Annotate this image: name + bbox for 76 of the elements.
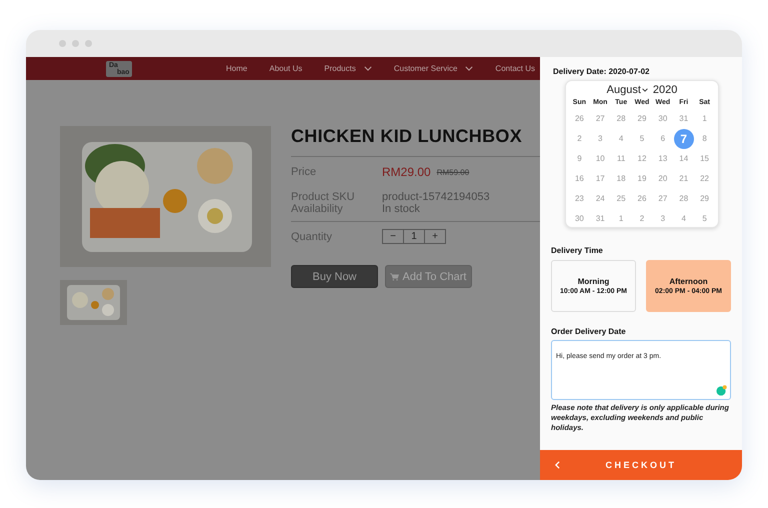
calendar-day[interactable]: 27 — [590, 109, 610, 129]
cart-icon — [390, 272, 400, 280]
calendar-day[interactable]: 28 — [674, 189, 694, 209]
grammar-assistant-icon[interactable] — [716, 385, 727, 396]
calendar-day[interactable]: 11 — [611, 149, 632, 169]
nav-link[interactable]: Contact Us — [495, 64, 535, 73]
calendar-day[interactable]: 2 — [569, 129, 590, 149]
price-label: Price — [291, 166, 318, 178]
buy-now-button[interactable]: Buy Now — [291, 265, 378, 288]
calendar-day[interactable]: 15 — [694, 149, 715, 169]
calendar-day[interactable]: 18 — [611, 169, 632, 189]
calendar-day[interactable]: 19 — [632, 169, 652, 189]
calendar-day[interactable]: 27 — [652, 189, 673, 209]
calendar-day[interactable]: 8 — [694, 129, 715, 149]
increase-button[interactable]: + — [425, 230, 445, 243]
calendar-day[interactable]: 28 — [611, 109, 632, 129]
chevron-down-icon — [465, 66, 474, 71]
month-dropdown[interactable]: August — [606, 84, 648, 96]
delivery-time-label: Delivery Time — [550, 246, 604, 255]
calendar-day[interactable]: 24 — [590, 189, 610, 209]
calendar-day[interactable]: 13 — [652, 149, 673, 169]
calendar-day[interactable]: 23 — [569, 189, 590, 209]
nav-link[interactable]: Customer Service — [394, 64, 474, 73]
decrease-button[interactable]: − — [383, 230, 403, 243]
calendar-day[interactable]: 5 — [694, 209, 715, 229]
calendar-day[interactable]: 6 — [652, 129, 673, 149]
calendar-day[interactable]: 31 — [674, 109, 694, 129]
old-price: RM59.00 — [436, 168, 470, 176]
calendar-day[interactable]: 16 — [569, 169, 590, 189]
calendar-day[interactable]: 2 — [632, 209, 652, 229]
calendar-day[interactable]: 12 — [632, 149, 652, 169]
delivery-date: Delivery Date: 2020-07-02 — [552, 66, 651, 76]
calendar-day[interactable]: 5 — [632, 129, 652, 149]
calendar-day[interactable]: 30 — [569, 209, 590, 229]
checkout-button[interactable]: CHECKOUT — [540, 450, 742, 480]
calendar-day[interactable]: 7 — [674, 129, 694, 149]
nav-link[interactable]: Home — [226, 64, 248, 73]
window-dot-icon — [85, 40, 92, 47]
calendar-day[interactable]: 26 — [569, 109, 590, 129]
calendar-day[interactable]: 14 — [674, 149, 694, 169]
price: RM29.00 — [382, 165, 431, 179]
calendar-day[interactable]: 30 — [652, 109, 673, 129]
window-dot-icon — [59, 40, 66, 47]
calendar-day[interactable]: 9 — [569, 149, 590, 169]
year[interactable]: 2020 — [652, 84, 678, 96]
nav-link[interactable]: About Us — [269, 64, 302, 73]
quantity-field[interactable]: 1 — [403, 230, 425, 243]
calendar-day[interactable]: 3 — [590, 129, 610, 149]
nav-link[interactable]: Products — [324, 64, 372, 73]
calendar-day[interactable]: 21 — [674, 169, 694, 189]
window-dot-icon — [72, 40, 79, 47]
calendar-day[interactable]: 29 — [694, 189, 715, 209]
photo-placeholder[interactable] — [60, 280, 127, 325]
calendar-day[interactable]: 25 — [611, 189, 632, 209]
chevron-down-icon — [364, 66, 372, 71]
chevron-down-icon — [642, 88, 648, 92]
sku-value: product-15742194053 — [382, 191, 490, 203]
calendar-day[interactable]: 20 — [652, 169, 673, 189]
calendar-day[interactable]: 4 — [611, 129, 632, 149]
calendar-day[interactable]: 31 — [590, 209, 610, 229]
quantity-label: Quantity — [291, 230, 333, 242]
order-note-label: Order Delivery Date — [550, 327, 627, 336]
calendar-day[interactable]: 22 — [694, 169, 715, 189]
calendar-day[interactable]: 1 — [611, 209, 632, 229]
calendar-day[interactable]: 26 — [632, 189, 652, 209]
chevron-left-icon — [555, 461, 560, 469]
availability-label: Availability — [291, 203, 344, 215]
calendar-day[interactable]: 1 — [694, 109, 715, 129]
calendar-day[interactable]: 10 — [590, 149, 610, 169]
sku-label: Product SKU — [291, 191, 356, 203]
calendar-day[interactable]: 4 — [674, 209, 694, 229]
add-to-cart-button[interactable]: Add To Chart — [385, 265, 472, 288]
calendar-day[interactable]: 3 — [652, 209, 673, 229]
calendar-day[interactable]: 17 — [590, 169, 610, 189]
calendar-day[interactable]: 29 — [632, 109, 652, 129]
availability-value: In stock — [382, 203, 420, 215]
